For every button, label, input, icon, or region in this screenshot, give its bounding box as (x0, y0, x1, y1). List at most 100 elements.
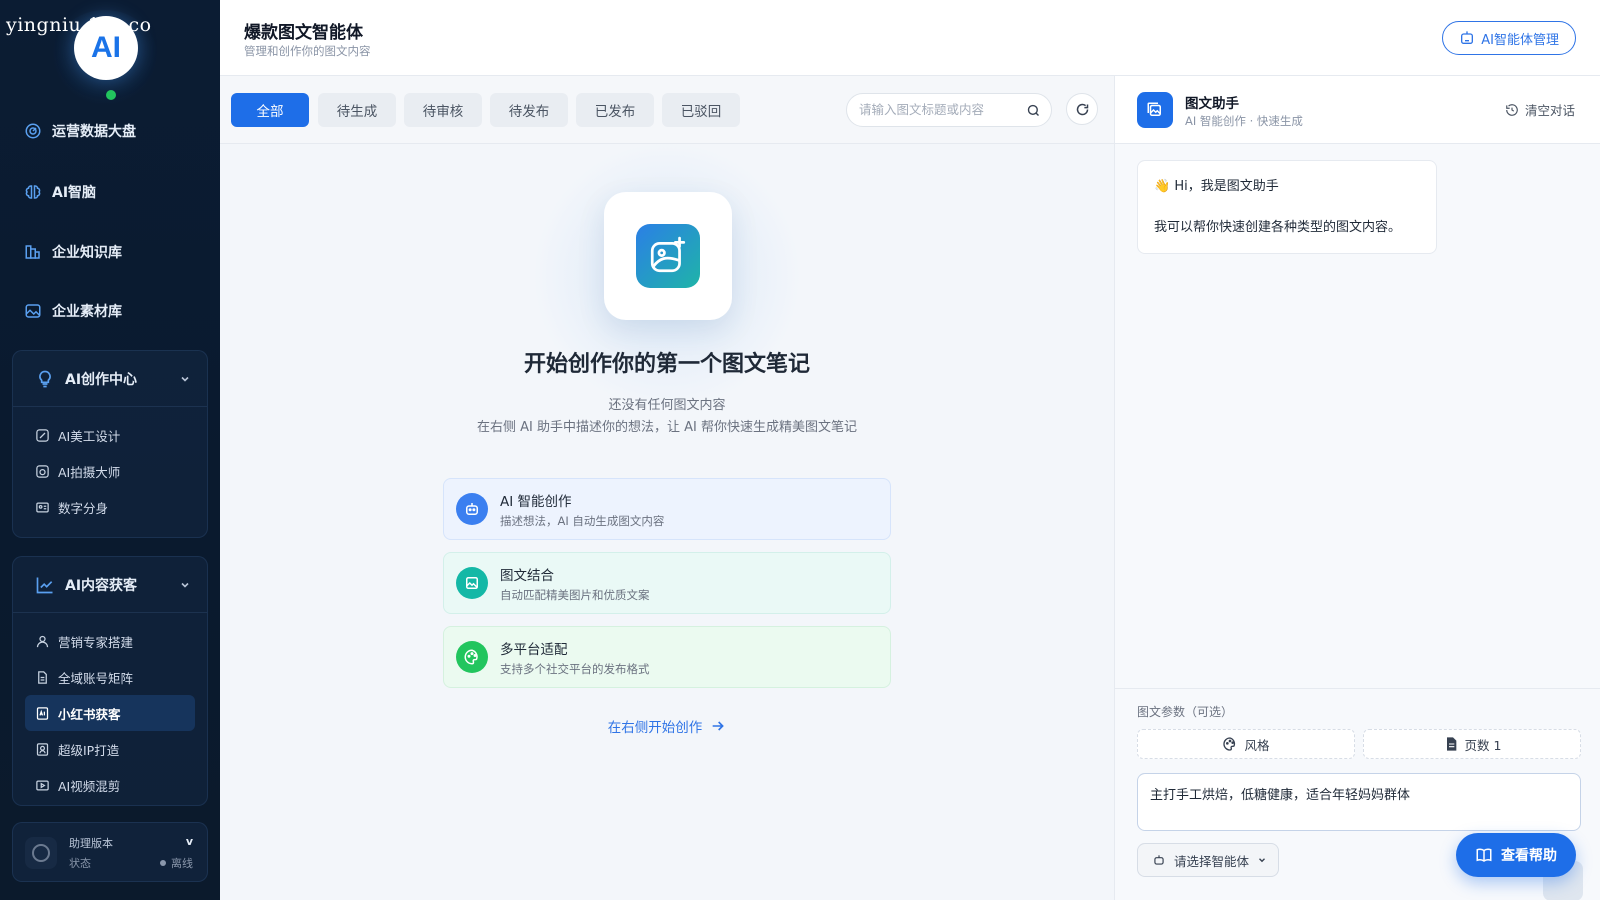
group-header-ai-content[interactable]: AI内容获客 (13, 557, 207, 613)
chevron-down-icon (181, 376, 189, 382)
search-input[interactable] (859, 102, 1019, 117)
tab-published[interactable]: 已发布 (576, 93, 654, 127)
sidebar-item-assets[interactable]: 企业素材库 (24, 299, 122, 323)
sidebar: yingniu.10v.co AI 运营数据大盘 AI智脑 企业知识库 企业素材… (0, 0, 220, 900)
chevron-down-icon (1259, 858, 1265, 863)
search-icon[interactable] (1026, 103, 1041, 118)
feature-image-text: 图文结合 自动匹配精美图片和优质文案 (443, 552, 891, 614)
assistant-version-panel[interactable]: 助理版本 状态 v 离线 (12, 822, 208, 882)
sidebar-item-label: 运营数据大盘 (52, 124, 136, 140)
brain-icon (25, 185, 41, 199)
sidebar-item-super-ip[interactable]: 超级IP打造 (25, 731, 195, 767)
id-badge-icon (36, 742, 49, 756)
bulb-icon (39, 370, 51, 387)
feature-ai-creation: AI 智能创作 描述想法，AI 自动生成图文内容 (443, 478, 891, 540)
version-badge: v (185, 835, 193, 848)
sidebar-item-ai-design[interactable]: AI美工设计 (25, 417, 195, 453)
empty-state-title: 开始创作你的第一个图文笔记 (523, 352, 810, 377)
ai-doc-icon (36, 706, 49, 720)
sidebar-item-label: 小红书获客 (58, 706, 121, 722)
agent-manage-label: AI智能体管理 (1481, 32, 1559, 48)
dashboard-icon (25, 123, 41, 139)
refresh-button[interactable] (1066, 93, 1098, 125)
assistant-greeting: 👋 Hi，我是图文助手 (1154, 179, 1279, 194)
start-link-label: 在右侧开始创作 (607, 720, 703, 736)
design-icon (36, 428, 49, 442)
feature-title: 多平台适配 (500, 641, 568, 658)
sidebar-item-label: AI拍摄大师 (58, 464, 121, 480)
palette-icon (456, 641, 488, 673)
agent-select-label: 请选择智能体 (1174, 853, 1250, 869)
assistant-panel: 图文助手 AI 智能创作 · 快速生成 清空对话 👋 Hi，我是图文助手 我可以… (1114, 76, 1600, 900)
nav-group-ai-content: AI内容获客 营销专家搭建 全域账号矩阵 小红书获客 超级IP打造 AI视频混剪 (12, 556, 208, 806)
feature-multi-platform: 多平台适配 支持多个社交平台的发布格式 (443, 626, 891, 688)
sidebar-item-digital-twin[interactable]: 数字分身 (25, 489, 195, 525)
prompt-input[interactable]: 主打手工烘焙，低糖健康，适合年轻妈妈群体 (1137, 773, 1581, 831)
params-label: 图文参数（可选） (1137, 705, 1234, 719)
pages-label: 页数 1 (1464, 737, 1502, 753)
start-creating-link[interactable]: 在右侧开始创作 (220, 716, 1114, 736)
tab-pending-generate[interactable]: 待生成 (318, 93, 396, 127)
sidebar-item-label: 营销专家搭建 (58, 634, 134, 650)
sidebar-item-label: 全域账号矩阵 (58, 670, 134, 686)
sidebar-item-dashboard[interactable]: 运营数据大盘 (24, 119, 136, 143)
sidebar-item-xiaohongshu[interactable]: 小红书获客 (25, 695, 195, 731)
sidebar-item-label: AI美工设计 (58, 428, 121, 444)
feature-desc: 自动匹配精美图片和优质文案 (500, 587, 650, 602)
sidebar-item-label: 数字分身 (58, 500, 109, 516)
palette-icon (1223, 737, 1236, 751)
style-label: 风格 (1244, 737, 1270, 753)
help-label: 查看帮助 (1501, 848, 1557, 864)
agent-select[interactable]: 请选择智能体 (1137, 843, 1279, 877)
picture-icon (456, 567, 488, 599)
image-sparkle-icon (636, 224, 700, 288)
tab-pending-review[interactable]: 待审核 (404, 93, 482, 127)
agent-manage-icon (1461, 31, 1474, 44)
pages-button[interactable]: 页数 1 (1363, 729, 1581, 759)
camera-icon (36, 464, 49, 478)
chevron-down-icon (181, 582, 189, 588)
trend-icon (36, 577, 53, 593)
id-card-icon (36, 502, 49, 512)
sidebar-item-video-mix[interactable]: AI视频混剪 (25, 767, 195, 803)
empty-state-desc: 还没有任何图文内容 (608, 398, 726, 413)
sidebar-item-label: 超级IP打造 (58, 742, 120, 758)
tab-pending-publish[interactable]: 待发布 (490, 93, 568, 127)
filter-toolbar: 全部 待生成 待审核 待发布 已发布 已驳回 (220, 76, 1114, 144)
user-icon (36, 635, 49, 647)
group-label: AI内容获客 (65, 577, 138, 594)
clear-chat-button[interactable]: 清空对话 (1505, 100, 1575, 119)
sidebar-item-label: AI智脑 (52, 185, 97, 201)
help-button[interactable]: 查看帮助 (1456, 833, 1576, 877)
sidebar-item-knowledge[interactable]: 企业知识库 (24, 240, 122, 264)
content-area: 全部 待生成 待审核 待发布 已发布 已驳回 开始创作你的第一个图文笔记 还没有… (220, 76, 1114, 900)
feature-title: 图文结合 (500, 567, 554, 584)
tab-rejected[interactable]: 已驳回 (662, 93, 740, 127)
sidebar-item-account-matrix[interactable]: 全域账号矩阵 (25, 659, 195, 695)
group-label: AI创作中心 (65, 371, 138, 388)
watermark: yingniu.10v.co (6, 14, 152, 36)
feature-title: AI 智能创作 (500, 493, 572, 510)
library-icon (25, 245, 40, 259)
loading-icon (25, 837, 57, 869)
sidebar-item-marketing-expert[interactable]: 营销专家搭建 (25, 623, 195, 659)
style-button[interactable]: 风格 (1137, 729, 1355, 759)
search-box (846, 93, 1052, 127)
book-icon (1476, 848, 1492, 862)
online-status-dot (106, 90, 116, 100)
document-icon (38, 670, 47, 684)
tab-all[interactable]: 全部 (231, 93, 309, 127)
sidebar-item-ai-brain[interactable]: AI智脑 (24, 180, 96, 204)
group-header-ai-creation[interactable]: AI创作中心 (13, 351, 207, 407)
sidebar-item-ai-photo[interactable]: AI拍摄大师 (25, 453, 195, 489)
sidebar-item-label: 企业素材库 (52, 304, 122, 320)
sidebar-item-label: 企业知识库 (52, 245, 122, 261)
hero-illustration (604, 192, 732, 320)
version-status-label: 状态 (69, 857, 91, 870)
arrow-right-icon (712, 721, 725, 731)
feature-desc: 描述想法，AI 自动生成图文内容 (500, 513, 665, 528)
page-subtitle: 管理和创作你的图文内容 (244, 44, 371, 58)
agent-manage-button[interactable]: AI智能体管理 (1442, 21, 1576, 55)
robot-icon (456, 493, 488, 525)
robot-icon (1154, 855, 1164, 865)
